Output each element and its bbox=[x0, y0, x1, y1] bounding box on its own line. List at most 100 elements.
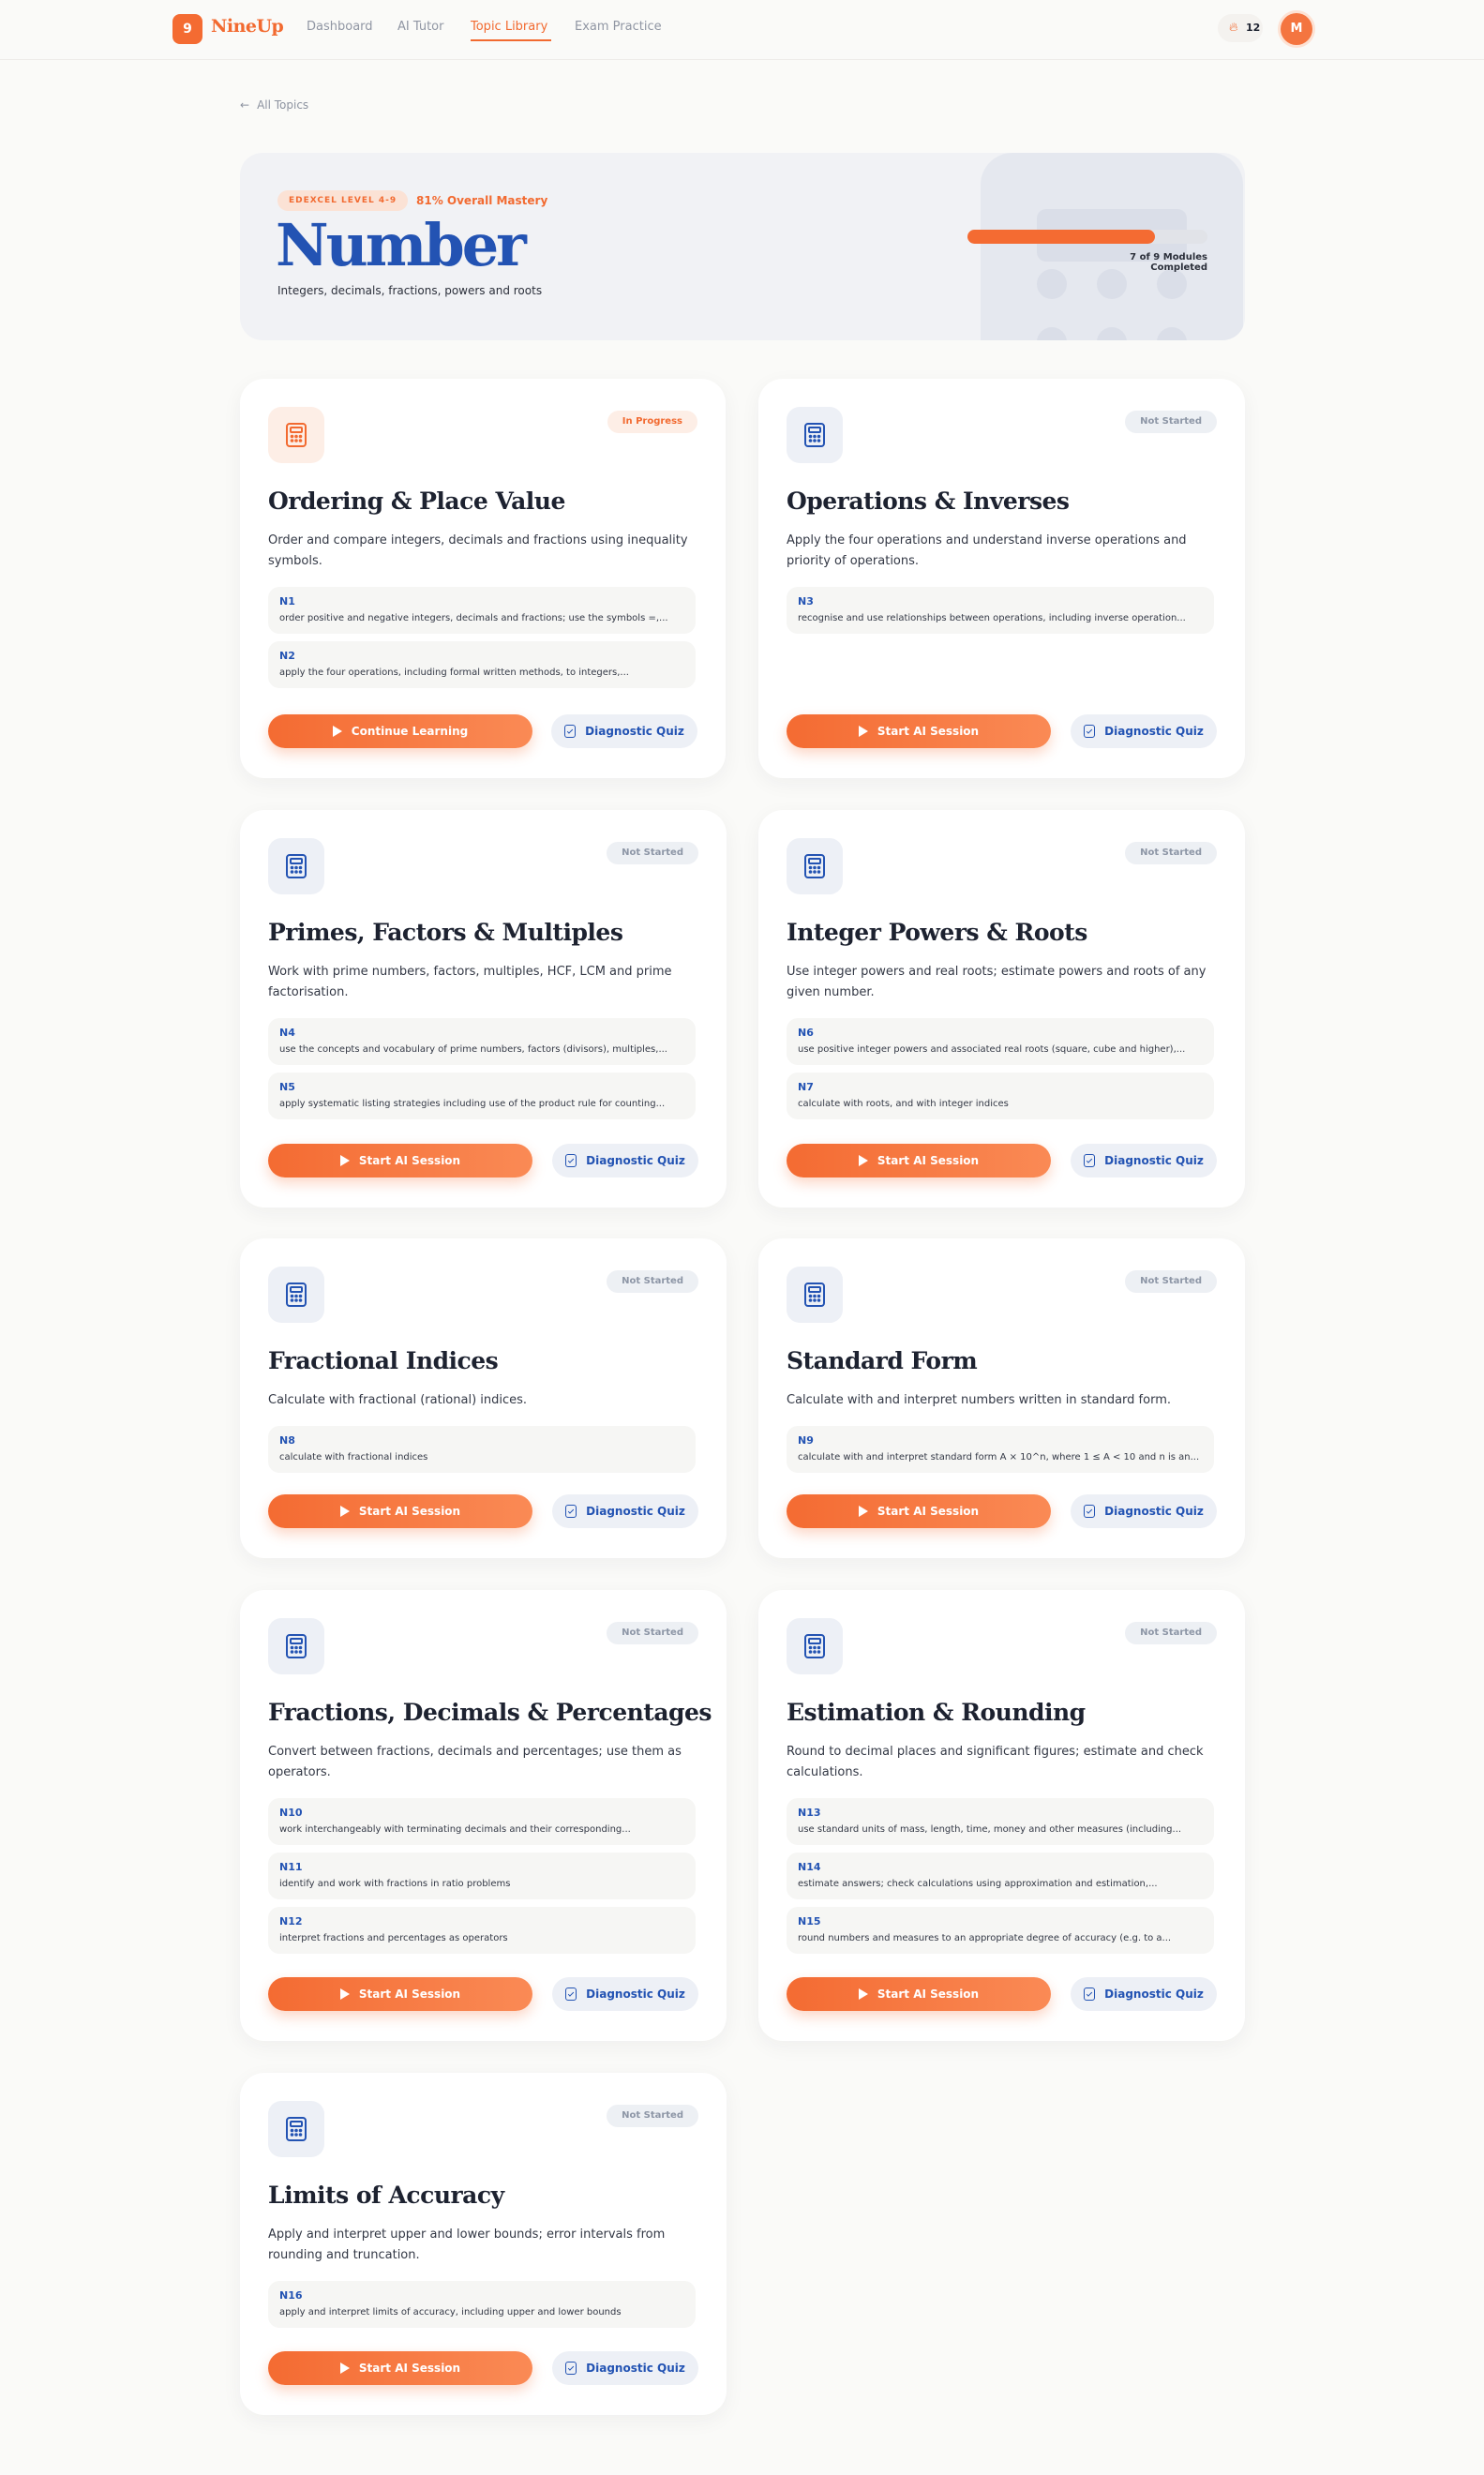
objective-text: use positive integer powers and associat… bbox=[798, 1044, 1186, 1055]
status-badge: Not Started bbox=[607, 1270, 698, 1293]
objective-item: N7 calculate with roots, and with integer… bbox=[787, 1072, 1214, 1119]
clipboard-check-icon bbox=[1084, 1154, 1096, 1167]
card-description: Round to decimal places and significant … bbox=[787, 1745, 1204, 1779]
objective-text: work interchangeably with terminating de… bbox=[279, 1824, 631, 1835]
objective-item: N2 apply the four operations, including f… bbox=[268, 641, 696, 688]
card-description: Apply the four operations and understand… bbox=[787, 533, 1187, 568]
objective-code: N7 bbox=[798, 1081, 814, 1093]
objective-code: N5 bbox=[279, 1081, 295, 1093]
card-description: Use integer powers and real roots; estim… bbox=[787, 965, 1207, 999]
logo-text[interactable]: NineUp bbox=[211, 16, 284, 37]
objective-text: calculate with and interpret standard fo… bbox=[798, 1452, 1200, 1462]
clipboard-check-icon bbox=[1084, 1988, 1096, 2001]
card-title: Integer Powers & Roots bbox=[787, 919, 1087, 946]
objective-item: N1 order positive and negative integers, … bbox=[268, 587, 696, 634]
diagnostic-quiz-label: Diagnostic Quiz bbox=[586, 1505, 685, 1518]
status-badge: Not Started bbox=[1125, 411, 1217, 433]
start-ai-session-button[interactable]: Start AI Session bbox=[787, 1977, 1051, 2011]
play-icon bbox=[339, 1506, 350, 1517]
objective-code: N8 bbox=[279, 1434, 295, 1447]
diagnostic-quiz-button[interactable]: Diagnostic Quiz bbox=[1071, 1977, 1217, 2011]
card-description: Order and compare integers, decimals and… bbox=[268, 533, 688, 568]
start-ai-session-button[interactable]: Start AI Session bbox=[787, 1144, 1051, 1178]
topic-card[interactable]: Not Started Estimation & Rounding Round to… bbox=[758, 1590, 1245, 2041]
diagnostic-quiz-button[interactable]: Diagnostic Quiz bbox=[551, 714, 697, 748]
objective-item: N5 apply systematic listing strategies in… bbox=[268, 1072, 696, 1119]
clipboard-check-icon bbox=[1084, 1505, 1096, 1518]
topic-card[interactable]: Not Started Operations & Inverses Apply th… bbox=[758, 379, 1245, 778]
diagnostic-quiz-button[interactable]: Diagnostic Quiz bbox=[1071, 1494, 1217, 1528]
objective-item: N9 calculate with and interpret standard … bbox=[787, 1426, 1214, 1473]
calculator-icon bbox=[268, 407, 324, 463]
card-title: Estimation & Rounding bbox=[787, 1699, 1086, 1726]
objective-text: order positive and negative integers, de… bbox=[279, 613, 668, 623]
clipboard-check-icon bbox=[565, 1988, 577, 2001]
start-ai-session-button[interactable]: Start AI Session bbox=[268, 2351, 532, 2385]
start-ai-session-button[interactable]: Start AI Session bbox=[268, 1977, 532, 2011]
status-badge: In Progress bbox=[607, 411, 697, 433]
play-icon bbox=[858, 1506, 868, 1517]
status-badge: Not Started bbox=[1125, 1270, 1217, 1293]
card-title: Fractions, Decimals & Percentages bbox=[268, 1699, 712, 1726]
diagnostic-quiz-button[interactable]: Diagnostic Quiz bbox=[552, 1144, 698, 1178]
start-ai-session-button[interactable]: Start AI Session bbox=[268, 1494, 532, 1528]
primary-button-label: Start AI Session bbox=[358, 1505, 461, 1518]
topic-card[interactable]: Not Started Primes, Factors & Multiples Wo… bbox=[240, 810, 727, 1208]
objective-code: N2 bbox=[279, 650, 295, 662]
start-ai-session-button[interactable]: Start AI Session bbox=[268, 1144, 532, 1178]
nav-link-dashboard[interactable]: Dashboard bbox=[307, 20, 373, 34]
objective-item: N16 apply and interpret limits of accurac… bbox=[268, 2281, 696, 2328]
objective-code: N16 bbox=[279, 2289, 303, 2302]
objective-text: calculate with roots, and with integer i… bbox=[798, 1099, 1009, 1109]
clipboard-check-icon bbox=[565, 1505, 577, 1518]
objective-text: use standard units of mass, length, time… bbox=[798, 1824, 1182, 1835]
objective-item: N14 estimate answers; check calculations … bbox=[787, 1852, 1214, 1899]
back-link-label: All Topics bbox=[257, 98, 309, 112]
topic-card[interactable]: Not Started Limits of Accuracy Apply and i… bbox=[240, 2073, 727, 2415]
objective-text: estimate answers; check calculations usi… bbox=[798, 1879, 1158, 1889]
diagnostic-quiz-button[interactable]: Diagnostic Quiz bbox=[1071, 714, 1217, 748]
page-subtitle: Integers, decimals, fractions, powers an… bbox=[277, 284, 543, 297]
play-icon bbox=[858, 1988, 868, 2000]
start-ai-session-button[interactable]: Start AI Session bbox=[787, 1494, 1051, 1528]
diagnostic-quiz-label: Diagnostic Quiz bbox=[585, 725, 684, 738]
card-title: Operations & Inverses bbox=[787, 488, 1070, 515]
objective-code: N13 bbox=[798, 1807, 821, 1819]
continue-learning-button[interactable]: Continue Learning bbox=[268, 714, 532, 748]
back-link[interactable]: ← All Topics bbox=[240, 98, 308, 112]
logo-badge[interactable]: 9 bbox=[172, 14, 202, 44]
calculator-icon bbox=[787, 407, 843, 463]
objective-text: apply and interpret limits of accuracy, … bbox=[279, 2307, 622, 2318]
nav-link-ai-tutor[interactable]: AI Tutor bbox=[397, 20, 443, 34]
card-title: Ordering & Place Value bbox=[268, 488, 565, 515]
objective-code: N3 bbox=[798, 595, 814, 608]
diagnostic-quiz-button[interactable]: Diagnostic Quiz bbox=[552, 1977, 698, 2011]
objective-code: N10 bbox=[279, 1807, 303, 1819]
topic-card[interactable]: Not Started Standard Form Calculate with a… bbox=[758, 1238, 1245, 1558]
objective-code: N1 bbox=[279, 595, 295, 608]
objective-text: interpret fractions and percentages as o… bbox=[279, 1933, 508, 1943]
objective-item: N12 interpret fractions and percentages a… bbox=[268, 1907, 696, 1954]
topic-card[interactable]: Not Started Fractional Indices Calculate w… bbox=[240, 1238, 727, 1558]
diagnostic-quiz-button[interactable]: Diagnostic Quiz bbox=[552, 2351, 698, 2385]
avatar[interactable]: M bbox=[1281, 13, 1312, 45]
card-description: Work with prime numbers, factors, multip… bbox=[268, 965, 672, 999]
topic-card[interactable]: Not Started Integer Powers & Roots Use int… bbox=[758, 810, 1245, 1208]
nav-link-topic-library[interactable]: Topic Library bbox=[471, 20, 547, 34]
streak-counter[interactable]: 🔥︎ 12 bbox=[1218, 14, 1263, 42]
card-title: Fractional Indices bbox=[268, 1347, 499, 1374]
diagnostic-quiz-label: Diagnostic Quiz bbox=[1104, 725, 1204, 738]
objective-item: N10 work interchangeably with terminating… bbox=[268, 1798, 696, 1845]
objective-code: N6 bbox=[798, 1027, 814, 1039]
topic-card[interactable]: In Progress Ordering & Place Value Order a… bbox=[240, 379, 726, 778]
primary-button-label: Start AI Session bbox=[877, 1505, 980, 1518]
nav-link-exam-practice[interactable]: Exam Practice bbox=[575, 20, 662, 34]
start-ai-session-button[interactable]: Start AI Session bbox=[787, 714, 1051, 748]
status-badge: Not Started bbox=[1125, 1622, 1217, 1644]
play-icon bbox=[339, 2362, 350, 2374]
diagnostic-quiz-button[interactable]: Diagnostic Quiz bbox=[1071, 1144, 1217, 1178]
topic-card[interactable]: Not Started Fractions, Decimals & Percent… bbox=[240, 1590, 727, 2041]
diagnostic-quiz-button[interactable]: Diagnostic Quiz bbox=[552, 1494, 698, 1528]
level-badge: EDEXCEL LEVEL 4-9 bbox=[277, 190, 409, 211]
diagnostic-quiz-label: Diagnostic Quiz bbox=[586, 2362, 685, 2375]
